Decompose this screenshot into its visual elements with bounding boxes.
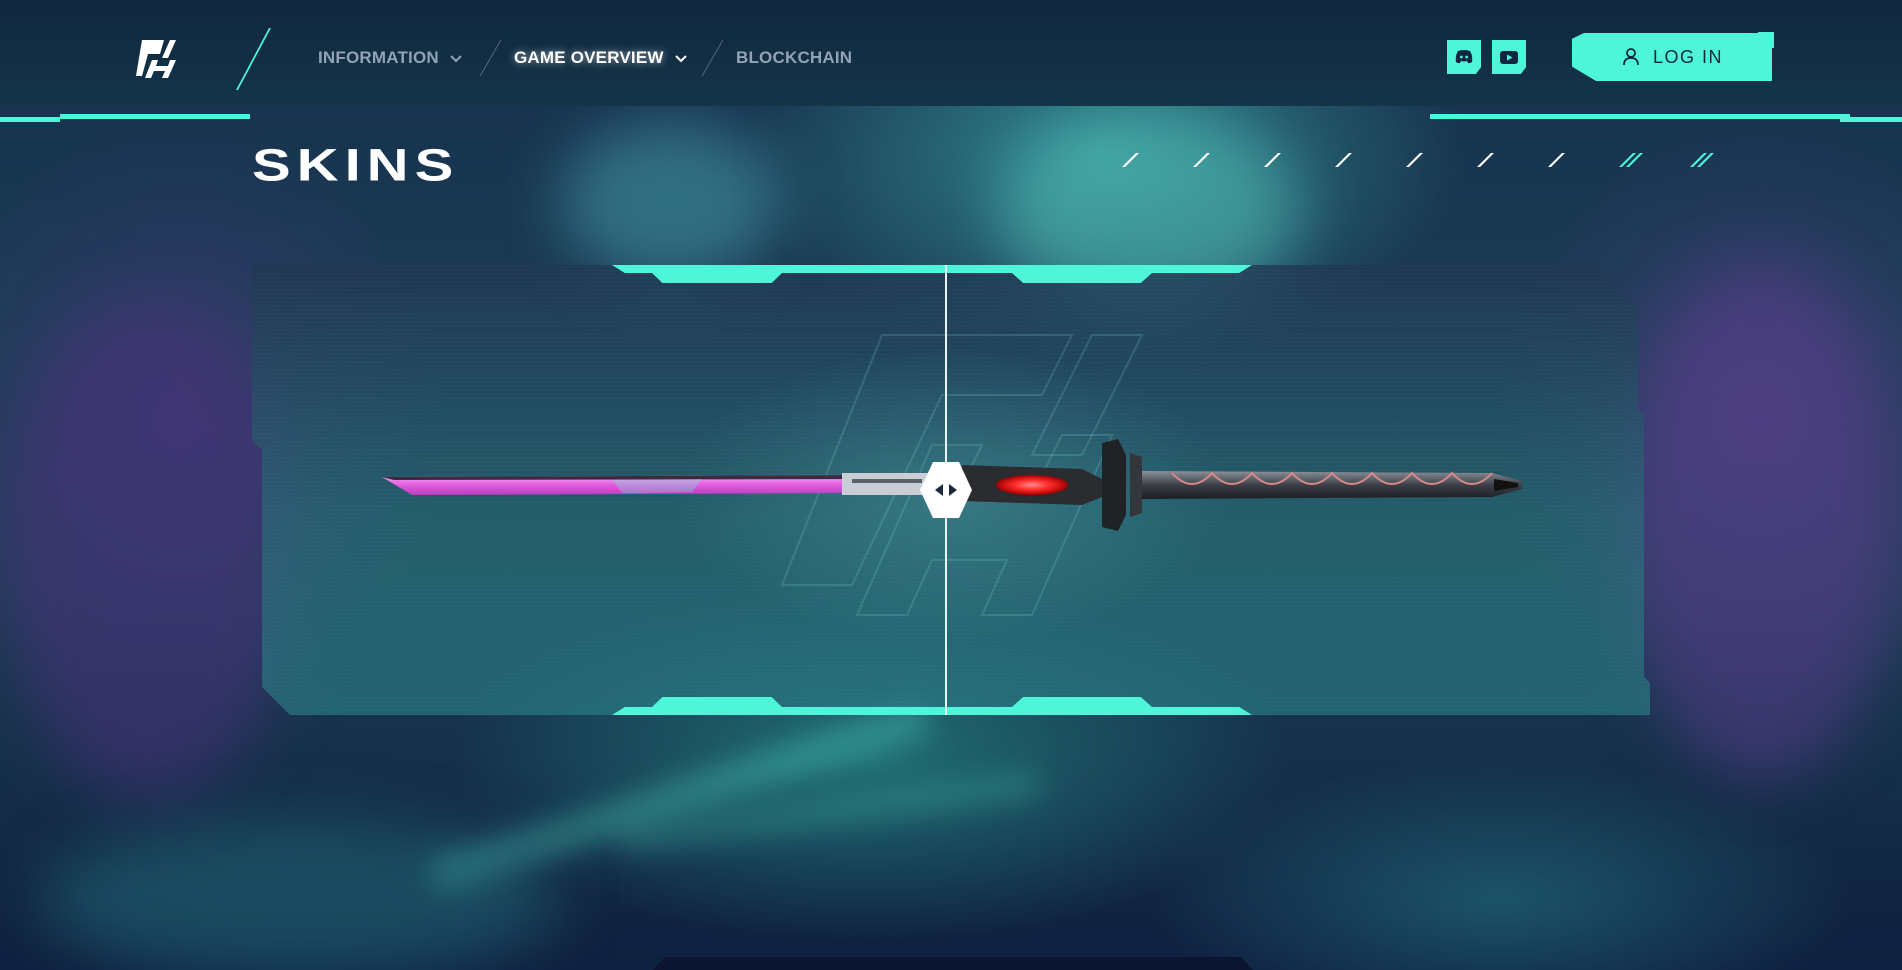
panel-trim-top bbox=[652, 273, 782, 283]
tick-mark bbox=[1193, 153, 1210, 167]
nav-blockchain[interactable]: BLOCKCHAIN bbox=[736, 48, 852, 68]
tick-mark bbox=[1264, 153, 1281, 167]
header-accent-line bbox=[60, 114, 250, 119]
nav-information-label: INFORMATION bbox=[318, 48, 439, 67]
panel-trim-bottom bbox=[1012, 697, 1152, 707]
youtube-icon bbox=[1500, 50, 1518, 64]
discord-icon bbox=[1455, 50, 1473, 64]
header-accent-line bbox=[1430, 114, 1850, 119]
tick-mark bbox=[1548, 153, 1565, 167]
panel-trim-bottom bbox=[652, 697, 782, 707]
tick-mark bbox=[1335, 153, 1352, 167]
tick-mark bbox=[1122, 153, 1139, 167]
footer-edge bbox=[653, 957, 1253, 970]
tick-mark-accent bbox=[1619, 153, 1643, 167]
header-accent-line bbox=[0, 117, 60, 122]
discord-button[interactable] bbox=[1447, 40, 1481, 74]
site-header: INFORMATION GAME OVERVIEW BLOCKCHAIN LOG… bbox=[0, 0, 1902, 122]
tick-mark bbox=[1406, 153, 1423, 167]
youtube-button[interactable] bbox=[1492, 40, 1526, 74]
logo-icon bbox=[136, 40, 176, 78]
login-label: LOG IN bbox=[1652, 46, 1723, 67]
chevron-down-icon bbox=[674, 55, 687, 63]
page-title: SKINS bbox=[252, 139, 460, 191]
login-button[interactable]: LOG IN bbox=[1572, 33, 1772, 81]
nav-information[interactable]: INFORMATION bbox=[318, 48, 463, 68]
chevron-down-icon bbox=[450, 55, 462, 63]
panel-trim-bottom bbox=[612, 707, 1252, 715]
decorative-ticks bbox=[1122, 153, 1714, 167]
site-logo[interactable] bbox=[130, 34, 194, 82]
panel-trim-top bbox=[1012, 273, 1152, 283]
header-accent-line bbox=[1840, 117, 1902, 122]
nav-game-overview-label: GAME OVERVIEW bbox=[514, 48, 664, 67]
panel-trim-top bbox=[612, 265, 1252, 273]
user-icon bbox=[1623, 48, 1639, 66]
nav-blockchain-label: BLOCKCHAIN bbox=[736, 48, 853, 67]
tick-mark bbox=[1477, 153, 1494, 167]
tick-mark-accent bbox=[1690, 153, 1714, 167]
nav-game-overview[interactable]: GAME OVERVIEW bbox=[514, 48, 688, 68]
arrow-right-icon bbox=[949, 484, 957, 496]
arrow-left-icon bbox=[935, 484, 943, 496]
login-corner-deco bbox=[1758, 32, 1774, 48]
